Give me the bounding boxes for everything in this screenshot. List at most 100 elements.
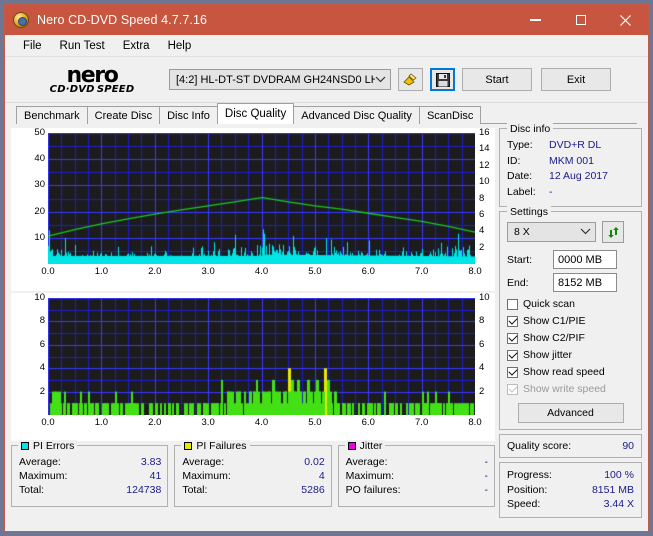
stat-row: Average:-: [346, 455, 488, 469]
axis-tick-label: 30: [19, 179, 45, 190]
speed-select[interactable]: 8 X: [507, 222, 596, 242]
pi-failures-plot-area: [48, 298, 475, 415]
settings-group: Settings 8 X: [499, 211, 642, 430]
checkbox-label: Show jitter: [523, 347, 572, 363]
jitter-legend-label: Jitter: [360, 440, 383, 452]
axis-tick-label: 8.0: [462, 266, 488, 277]
axis-tick-label: 12: [479, 160, 490, 171]
stat-key: Maximum:: [182, 469, 230, 483]
save-results-button[interactable]: [430, 68, 455, 91]
info-value: MKM 001: [549, 154, 594, 170]
stat-row: Maximum:41: [19, 469, 161, 483]
stat-key: Average:: [346, 455, 388, 469]
axis-tick-label: 40: [19, 153, 45, 164]
charts-column: 1020304050 246810121416 0.01.02.03.04.05…: [11, 128, 495, 526]
axis-tick-label: 10: [479, 292, 490, 303]
axis-tick-label: 3.0: [195, 266, 221, 277]
stat-value: -: [484, 483, 488, 497]
axis-tick-label: 2: [479, 386, 484, 397]
axis-tick-label: 2: [19, 386, 45, 397]
disc-info-row-date: Date:12 Aug 2017: [507, 169, 634, 185]
menu-file[interactable]: File: [14, 38, 51, 54]
tab-benchmark[interactable]: Benchmark: [16, 106, 88, 124]
pi-failures-canvas: [48, 298, 475, 415]
pi-errors-legend: PI Errors: [18, 440, 77, 452]
exit-button[interactable]: Exit: [541, 68, 611, 91]
tab-create-disc[interactable]: Create Disc: [87, 106, 160, 124]
checkbox-icon: [507, 316, 518, 327]
axis-tick-label: 8: [19, 315, 45, 326]
checkbox-show-write-speed: Show write speed: [507, 381, 634, 397]
stat-key: PO failures:: [346, 483, 401, 497]
stat-value: 124738: [126, 483, 161, 497]
axis-tick-label: 6.0: [355, 266, 381, 277]
axis-tick-label: 7.0: [409, 266, 435, 277]
checkbox-label: Quick scan: [523, 296, 575, 312]
advanced-button[interactable]: Advanced: [518, 403, 624, 423]
axis-tick-label: 8: [479, 193, 484, 204]
checkbox-quick-scan[interactable]: Quick scan: [507, 296, 634, 312]
erase-disc-icon: [403, 73, 418, 87]
checkbox-icon: [507, 367, 518, 378]
stat-row: Maximum:4: [182, 469, 324, 483]
stat-row: Average:0.02: [182, 455, 324, 469]
start-button[interactable]: Start: [462, 68, 532, 91]
disc-info-row-type: Type:DVD+R DL: [507, 138, 634, 154]
start-input[interactable]: 0000 MB: [553, 250, 617, 269]
axis-tick-label: 2.0: [142, 266, 168, 277]
checkbox-show-c2-pif[interactable]: Show C2/PIF: [507, 330, 634, 346]
drive-select-value: [4:2] HL-DT-ST DVDRAM GH24NSD0 LH00: [176, 74, 375, 86]
end-field-row: End: 8152 MB: [507, 273, 634, 292]
tab-scandisc[interactable]: ScanDisc: [419, 106, 481, 124]
checkbox-show-jitter[interactable]: Show jitter: [507, 347, 634, 363]
application-window: Nero CD-DVD Speed 4.7.7.16 File Run Test…: [4, 4, 649, 532]
stat-value: -: [484, 469, 488, 483]
stat-value: 41: [150, 469, 162, 483]
end-input[interactable]: 8152 MB: [553, 273, 617, 292]
checkbox-label: Show C2/PIF: [523, 330, 585, 346]
pi-errors-legend-label: PI Errors: [33, 440, 74, 452]
checkbox-label: Show write speed: [523, 381, 606, 397]
jitter-stats: Jitter Average:- Maximum:- PO failures:-: [338, 445, 495, 507]
axis-tick-label: 16: [479, 127, 490, 138]
quality-score-box: Quality score: 90: [499, 434, 642, 458]
axis-tick-label: 4.0: [249, 266, 275, 277]
start-label: Start:: [507, 254, 553, 266]
minimize-button[interactable]: [513, 5, 558, 35]
refresh-speed-button[interactable]: [602, 221, 624, 243]
maximize-button[interactable]: [558, 5, 603, 35]
checkbox-icon: [507, 333, 518, 344]
stat-row: PO failures: -: [346, 483, 488, 497]
close-button[interactable]: [603, 5, 648, 35]
window-title: Nero CD-DVD Speed 4.7.7.16: [37, 13, 207, 27]
info-key: Label:: [507, 185, 549, 201]
quality-score-value: 90: [622, 440, 634, 452]
speed-select-value: 8 X: [514, 226, 530, 238]
speed-label: Speed:: [507, 497, 540, 512]
axis-tick-label: 6: [479, 339, 484, 350]
stat-row: Average:3.83: [19, 455, 161, 469]
axis-tick-label: 0.0: [35, 266, 61, 277]
logo-subtitle-text: CD·DVD SPEED: [23, 85, 161, 95]
settings-title: Settings: [507, 206, 551, 218]
menu-bar: File Run Test Extra Help: [5, 35, 648, 57]
drive-select-combo[interactable]: [4:2] HL-DT-ST DVDRAM GH24NSD0 LH00: [169, 69, 391, 90]
disc-info-row-id: ID:MKM 001: [507, 154, 634, 170]
stat-value: 5286: [301, 483, 324, 497]
checkbox-show-c1-pie[interactable]: Show C1/PIE: [507, 313, 634, 329]
position-row: Position:8151 MB: [507, 483, 634, 498]
menu-help[interactable]: Help: [159, 38, 201, 54]
stat-key: Total:: [19, 483, 44, 497]
info-key: Date:: [507, 169, 549, 185]
tab-disc-info[interactable]: Disc Info: [159, 106, 218, 124]
menu-run-test[interactable]: Run Test: [51, 38, 114, 54]
axis-tick-label: 1.0: [88, 417, 114, 428]
disc-info-title: Disc info: [507, 123, 553, 135]
menu-extra[interactable]: Extra: [114, 38, 159, 54]
erase-disc-button[interactable]: [398, 68, 423, 91]
axis-tick-label: 8.0: [462, 417, 488, 428]
checkbox-show-read-speed[interactable]: Show read speed: [507, 364, 634, 380]
tab-disc-quality[interactable]: Disc Quality: [217, 103, 294, 124]
tab-advanced-disc-quality[interactable]: Advanced Disc Quality: [293, 106, 420, 124]
stat-value: 0.02: [304, 455, 324, 469]
